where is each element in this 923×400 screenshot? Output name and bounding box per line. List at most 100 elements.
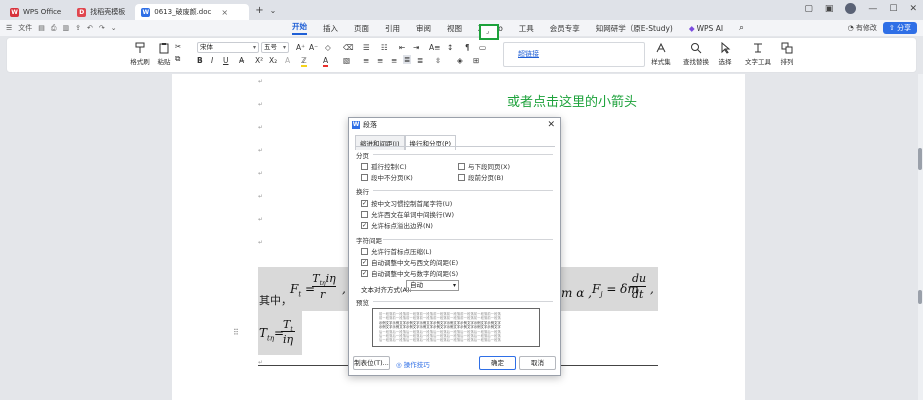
new-tab-button[interactable]: + xyxy=(255,5,263,16)
share-button[interactable]: ⇧ 分享 xyxy=(882,22,917,34)
print-preview-icon[interactable]: ⎙ xyxy=(51,24,57,33)
font-color-icon[interactable]: A xyxy=(323,56,329,67)
latin-wrap-checkbox[interactable]: 允许西文在单词中间换行(W) xyxy=(361,209,454,219)
distribute-icon[interactable]: ≣ xyxy=(417,56,423,65)
clear-format-icon[interactable]: ◇ xyxy=(325,43,331,52)
dialog-title-bar[interactable]: W 段落 xyxy=(349,118,560,132)
vertical-scrollbar[interactable] xyxy=(918,74,923,400)
tips-link[interactable]: ◎ 操作技巧 xyxy=(396,359,430,369)
select-button[interactable]: 选择 xyxy=(713,42,737,66)
subscript-icon[interactable]: X₂ xyxy=(269,56,277,65)
menu-cnki[interactable]: 知网研学（原E-Study) xyxy=(596,23,673,34)
bold-icon[interactable]: B xyxy=(197,56,203,65)
close-tab-icon[interactable]: × xyxy=(221,8,228,17)
minimize-icon[interactable]: — xyxy=(868,4,877,14)
superscript-icon[interactable]: X² xyxy=(255,56,263,65)
auto-space-number-checkbox[interactable]: ✓ 自动调整中文与数字的间距(S) xyxy=(361,268,458,278)
keep-lines-checkbox[interactable]: 段中不分页(K) xyxy=(361,172,413,182)
chinese-layout-icon[interactable]: A≡ xyxy=(429,43,440,52)
layout-icon[interactable]: ▣ xyxy=(825,4,834,14)
tab-templates[interactable]: D 找稻壳模板 xyxy=(71,4,131,20)
maximize-icon[interactable]: ☐ xyxy=(889,4,897,14)
text-tools-button[interactable]: 文字工具 xyxy=(743,42,773,66)
tabs-button[interactable]: 制表位(T)... xyxy=(353,356,390,370)
line-spacing-icon[interactable]: ⇳ xyxy=(435,56,441,65)
scrollbar-thumb[interactable] xyxy=(918,148,922,170)
style-gallery[interactable]: 超链接 xyxy=(503,42,645,67)
menu-home[interactable]: 开始 xyxy=(292,21,307,35)
menu-tools[interactable]: 工具 xyxy=(519,23,534,34)
text-effects-icon[interactable]: A xyxy=(285,56,290,65)
cancel-button[interactable]: 取消 xyxy=(519,356,556,370)
hanging-punct-checkbox[interactable]: ✓ 允许标点溢出边界(N) xyxy=(361,220,433,230)
arrange-button[interactable]: 排列 xyxy=(775,42,799,66)
comment-button[interactable]: ◔ 有修改 xyxy=(848,23,877,33)
font-name-select[interactable]: 宋体 xyxy=(197,42,259,53)
shading-icon[interactable]: ◈ xyxy=(457,56,463,65)
close-window-icon[interactable]: ✕ xyxy=(909,4,917,14)
justify-icon[interactable]: ≣ xyxy=(403,55,412,64)
menu-insert[interactable]: 插入 xyxy=(323,23,338,34)
avatar[interactable] xyxy=(845,3,857,14)
print-icon[interactable]: ▥ xyxy=(63,24,70,32)
styles-button[interactable]: 样式集 xyxy=(649,42,673,66)
menu-member[interactable]: 会员专享 xyxy=(550,23,580,34)
copy-icon[interactable]: ⧉ xyxy=(175,54,180,64)
redo-icon[interactable]: ↷ xyxy=(99,24,105,32)
widow-control-checkbox[interactable]: 孤行控制(C) xyxy=(361,161,407,171)
menu-page[interactable]: 页面 xyxy=(354,23,369,34)
close-icon[interactable]: ✕ xyxy=(547,120,555,130)
style-hyperlink[interactable]: 超链接 xyxy=(518,49,539,59)
numbering-icon[interactable]: ☷ xyxy=(381,43,388,52)
tab-line-page-break[interactable]: 换行和分页(P) xyxy=(404,135,456,150)
hamburger-icon[interactable]: ☰ xyxy=(6,24,12,32)
grow-font-icon[interactable]: A⁺ xyxy=(296,43,305,52)
align-right-icon[interactable]: ≡ xyxy=(391,56,397,65)
tab-indent-spacing[interactable]: 缩进和间距(I) xyxy=(355,135,405,150)
format-painter-button[interactable]: 格式刷 xyxy=(129,42,151,66)
export-icon[interactable]: ⇪ xyxy=(75,24,81,32)
bullets-icon[interactable]: ☰ xyxy=(363,43,370,52)
cut-icon[interactable]: ✂ xyxy=(175,42,181,51)
menu-review[interactable]: 审阅 xyxy=(416,23,431,34)
align-left-icon[interactable]: ≡ xyxy=(363,56,369,65)
scrollbar-thumb[interactable] xyxy=(918,290,922,304)
undo-icon[interactable]: ↶ xyxy=(87,24,93,32)
align-center-icon[interactable]: ≡ xyxy=(377,56,383,65)
menu-wps-ai[interactable]: ◆ WPS AI xyxy=(689,24,723,33)
paste-button[interactable]: 粘贴 xyxy=(155,42,173,66)
save-icon[interactable]: ▤ xyxy=(38,24,45,32)
underline-icon[interactable]: U xyxy=(223,56,229,65)
paragraph-launcher-button[interactable]: ⌟ xyxy=(479,24,499,40)
decrease-indent-icon[interactable]: ⇤ xyxy=(399,43,405,52)
tab-list-dropdown[interactable]: ⌄ xyxy=(270,6,277,15)
tab-wps-office[interactable]: W WPS Office xyxy=(4,4,67,20)
keep-with-next-checkbox[interactable]: 与下段同页(X) xyxy=(458,161,510,171)
table-line-icon[interactable]: ▭ xyxy=(479,43,486,52)
menu-view[interactable]: 视图 xyxy=(447,23,462,34)
auto-space-latin-checkbox[interactable]: ✓ 自动调整中文与西文的间距(E) xyxy=(361,257,458,267)
menu-references[interactable]: 引用 xyxy=(385,23,400,34)
asian-rules-checkbox[interactable]: ✓ 按中文习惯控制首尾字符(U) xyxy=(361,198,452,208)
show-marks-icon[interactable]: ¶ xyxy=(465,43,470,52)
shrink-font-icon[interactable]: A⁻ xyxy=(309,43,318,52)
text-effect-icon[interactable]: ⌫ xyxy=(343,43,354,52)
sort-icon[interactable]: ↕ xyxy=(447,43,453,52)
restore-icon[interactable]: ▢ xyxy=(804,4,813,14)
italic-icon[interactable]: I xyxy=(211,56,213,65)
strikethrough-icon[interactable]: A̶ xyxy=(239,56,244,65)
highlight-icon[interactable]: ℤ xyxy=(301,56,307,67)
file-menu[interactable]: 文件 xyxy=(18,23,32,33)
compress-punct-checkbox[interactable]: 允许行首标点压缩(L) xyxy=(361,246,432,256)
move-handle-icon[interactable]: ⠿ xyxy=(233,328,239,337)
page-break-before-checkbox[interactable]: 段前分页(B) xyxy=(458,172,504,182)
font-size-select[interactable]: 五号 xyxy=(261,42,289,53)
increase-indent-icon[interactable]: ⇥ xyxy=(413,43,419,52)
tab-document[interactable]: W 0613_破废颜.doc × xyxy=(135,4,250,20)
find-replace-button[interactable]: 查找替换 xyxy=(681,42,711,66)
search-icon[interactable]: ⌕ xyxy=(739,23,744,33)
border-icon[interactable]: ⊞ xyxy=(473,56,479,65)
more-icon[interactable]: ⌄ xyxy=(111,24,117,32)
text-align-select[interactable]: 自动 xyxy=(406,280,459,291)
ok-button[interactable]: 确定 xyxy=(479,356,516,370)
